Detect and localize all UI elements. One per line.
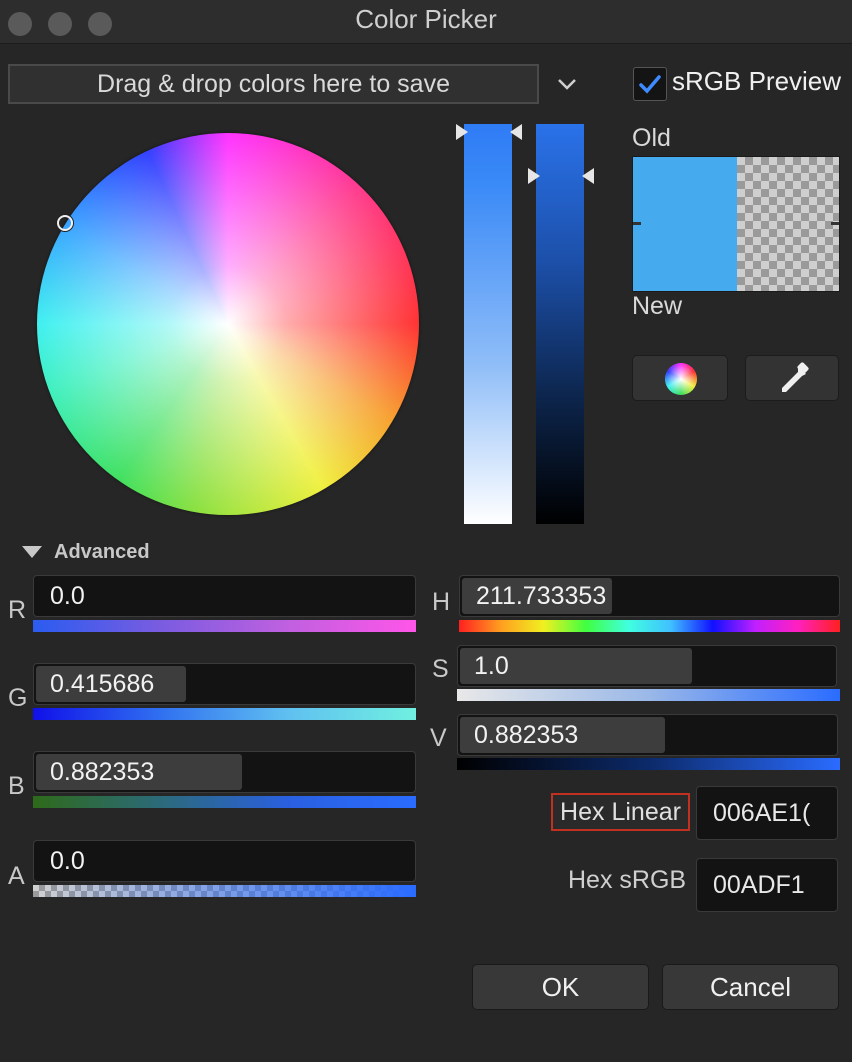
b-axis-label: B [8,772,25,800]
color-preview-swatch [632,156,840,292]
b-gradient-bar [33,796,416,808]
g-value-field[interactable]: 0.415686 [33,663,416,705]
value-slider-handle[interactable] [527,166,595,186]
r-axis-label: R [8,596,27,624]
v-gradient-bar [457,758,840,770]
color-preview-alpha [737,157,839,291]
hex-linear-input[interactable]: 006AE1( [696,786,838,840]
color-wheel[interactable] [37,133,419,515]
s-value-field[interactable]: 1.0 [457,645,837,687]
swatch-divider-tick [831,222,839,225]
r-value-field[interactable]: 0.0 [33,575,416,617]
advanced-section-label[interactable]: Advanced [54,541,150,564]
a-value-text: 0.0 [50,847,85,875]
color-drop-zone[interactable]: Drag & drop colors here to save [8,64,539,104]
a-value-fill [36,843,413,879]
ok-button[interactable]: OK [472,964,649,1010]
chevron-down-icon[interactable] [556,74,578,94]
r-value-fill [36,578,413,614]
hex-srgb-input[interactable]: 00ADF1 [696,858,838,912]
old-color-label: Old [632,124,671,152]
cancel-button[interactable]: Cancel [662,964,839,1010]
v-value-field[interactable]: 0.882353 [457,714,838,756]
s-axis-label: S [432,655,449,683]
srgb-preview-checkbox[interactable] [633,67,667,101]
color-wheel-icon [665,363,697,395]
b-value-field[interactable]: 0.882353 [33,751,416,793]
advanced-disclosure-icon[interactable] [22,546,42,558]
h-gradient-bar [459,620,840,632]
g-axis-label: G [8,684,28,712]
s-value-text: 1.0 [474,652,509,680]
s-gradient-bar [457,689,840,701]
r-value-text: 0.0 [50,582,85,610]
h-axis-label: H [432,588,451,616]
saturation-slider[interactable] [464,124,512,524]
v-axis-label: V [430,724,447,752]
h-value-text: 211.733353 [476,582,607,610]
window-title: Color Picker [355,4,497,34]
g-gradient-bar [33,708,416,720]
color-wheel-button[interactable] [632,355,728,401]
color-wheel-cursor[interactable] [57,215,73,231]
saturation-slider-handle[interactable] [455,122,523,142]
eyedropper-icon [782,362,809,392]
h-value-field[interactable]: 211.733353 [459,575,840,617]
b-value-text: 0.882353 [50,758,155,786]
r-gradient-bar [33,620,416,632]
new-color-label: New [632,292,683,320]
checkmark-icon [639,75,661,94]
v-value-text: 0.882353 [474,721,579,749]
hex-linear-label[interactable]: Hex Linear [551,793,690,831]
hex-srgb-label: Hex sRGB [568,866,687,894]
g-value-text: 0.415686 [50,670,155,698]
a-axis-label: A [8,862,25,890]
swatch-divider-tick [633,222,641,225]
eyedropper-button[interactable] [745,355,839,401]
a-gradient-bar [33,885,416,897]
a-value-field[interactable]: 0.0 [33,840,416,882]
srgb-preview-label: sRGB Preview [672,66,842,96]
color-preview-solid [633,157,737,291]
